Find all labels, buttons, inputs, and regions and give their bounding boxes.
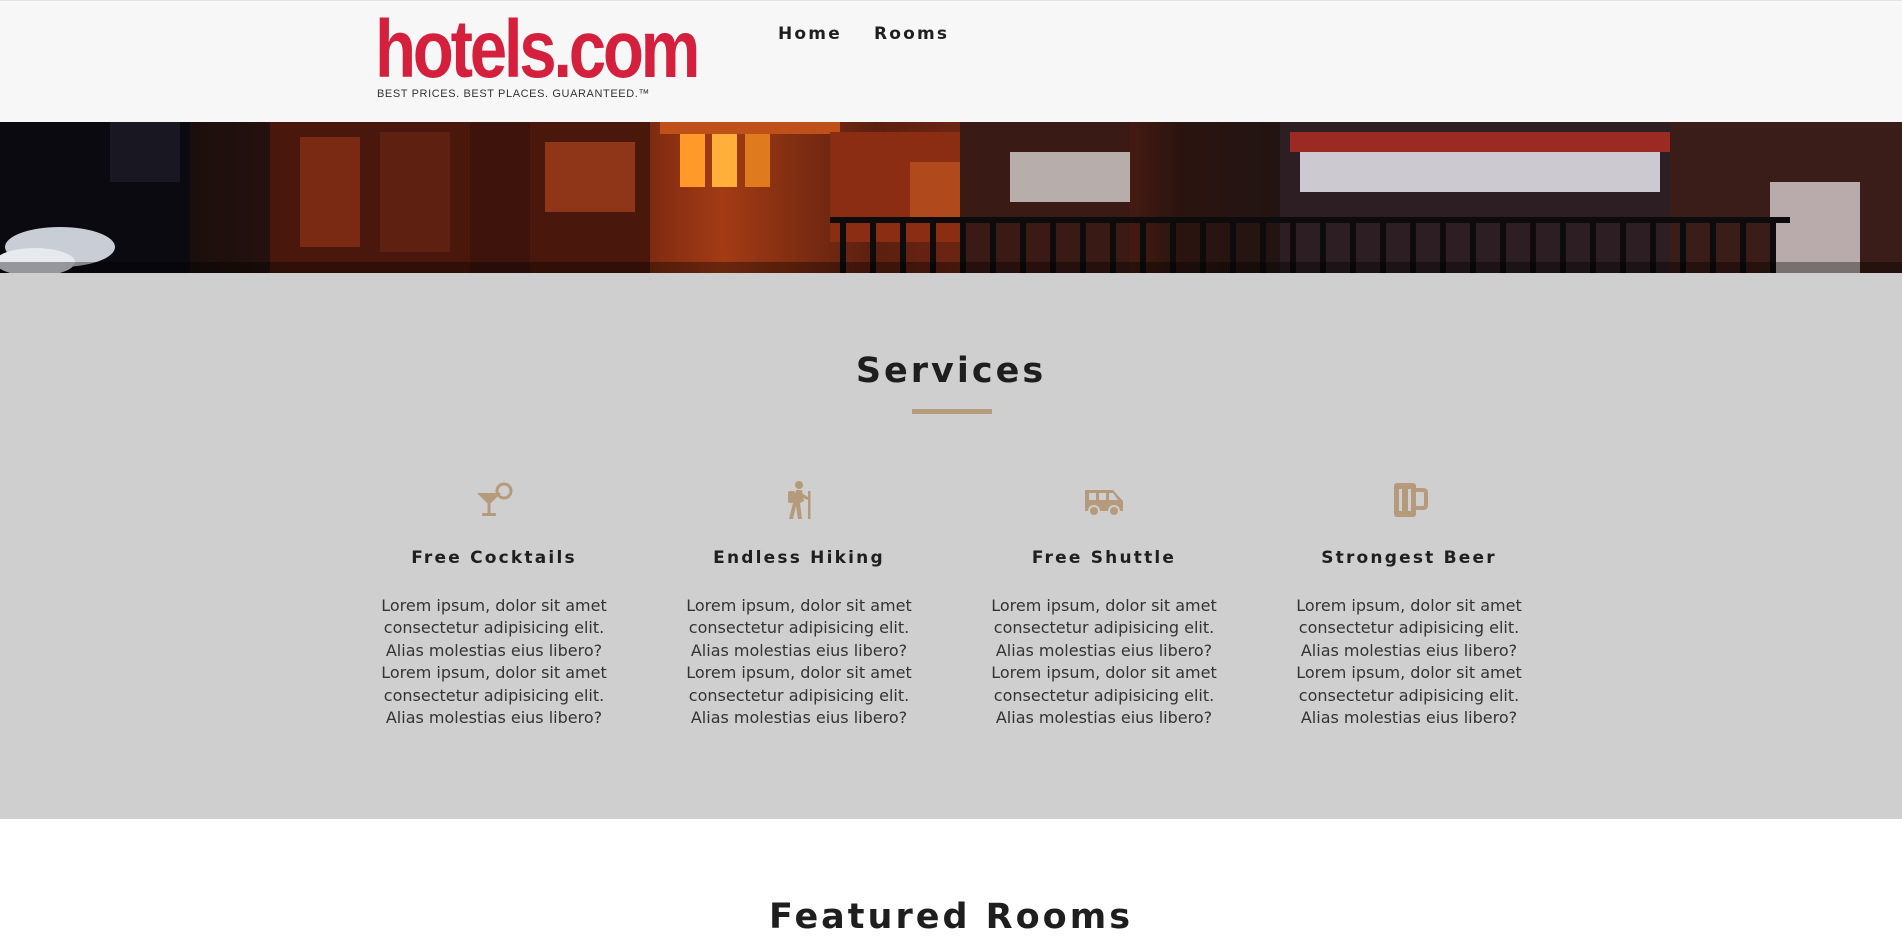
nav-link-rooms[interactable]: Rooms — [874, 23, 959, 45]
service-title: Strongest Beer — [1321, 548, 1497, 568]
hiking-icon — [788, 481, 811, 519]
hero-banner-image — [0, 122, 1902, 273]
main-nav: Home Rooms — [778, 23, 981, 45]
featured-rooms-title: Featured Rooms — [768, 897, 1134, 937]
hotels-logo[interactable]: hotels.com BEST PRICES. BEST PLACES. GUA… — [375, 9, 700, 101]
cocktail-icon — [477, 482, 513, 516]
service-description: Lorem ipsum, dolor sit amet consectetur … — [1296, 596, 1522, 728]
service-description: Lorem ipsum, dolor sit amet consectetur … — [381, 596, 607, 728]
beer-mug-icon — [1394, 483, 1428, 517]
service-description: Lorem ipsum, dolor sit amet consectetur … — [991, 596, 1217, 728]
logo-tagline: BEST PRICES. BEST PLACES. GUARANTEED.™ — [377, 88, 651, 100]
service-title: Endless Hiking — [713, 548, 885, 568]
service-description: Lorem ipsum, dolor sit amet consectetur … — [686, 596, 912, 728]
service-card-endless-hiking: Endless Hiking Lorem ipsum, dolor sit am… — [674, 479, 924, 729]
banner-photo-illustration — [0, 122, 1902, 273]
service-card-strongest-beer: Strongest Beer Lorem ipsum, dolor sit am… — [1284, 479, 1534, 729]
nav-link-home[interactable]: Home — [778, 23, 852, 45]
services-title: Services — [855, 351, 1047, 391]
featured-rooms-section: Featured Rooms — [0, 819, 1902, 946]
logo-wordmark: hotels.com — [375, 4, 700, 95]
shuttle-van-icon — [1085, 490, 1123, 517]
service-title: Free Shuttle — [1031, 548, 1177, 568]
service-card-free-cocktails: Free Cocktails Lorem ipsum, dolor sit am… — [369, 479, 619, 729]
service-title: Free Cocktails — [411, 548, 577, 568]
service-card-free-shuttle: Free Shuttle Lorem ipsum, dolor sit amet… — [979, 479, 1229, 729]
services-section: Services Free Cocktails Lorem ipsum, dol… — [0, 273, 1902, 819]
services-title-underline — [912, 409, 992, 414]
site-header: hotels.com BEST PRICES. BEST PLACES. GUA… — [0, 0, 1902, 122]
